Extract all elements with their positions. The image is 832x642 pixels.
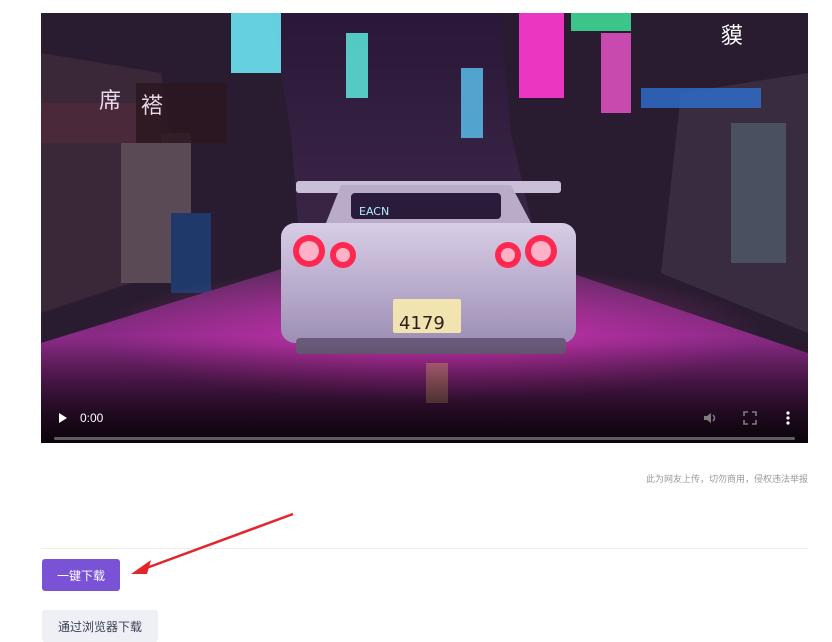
- video-frame: 褡 席 貘 EACN 4179: [41, 13, 808, 443]
- video-progress-bar[interactable]: [54, 437, 795, 440]
- more-options-icon[interactable]: [779, 409, 797, 427]
- volume-icon[interactable]: [701, 409, 719, 427]
- shop-sign-text: 席: [99, 89, 121, 114]
- copyright-disclaimer[interactable]: 此为网友上传，切勿商用，侵权违法举报: [646, 472, 808, 485]
- video-player[interactable]: 褡 席 貘 EACN 4179 0:00: [41, 13, 808, 443]
- windshield-text: EACN: [359, 205, 389, 218]
- shop-sign-text: 貘: [721, 24, 743, 49]
- red-arrow-annotation: [131, 512, 294, 574]
- one-click-download-button[interactable]: 一键下载: [42, 559, 120, 591]
- shop-sign-text: 褡: [141, 94, 163, 119]
- video-controls: 0:00: [41, 393, 808, 443]
- license-plate: 4179: [399, 313, 445, 334]
- fullscreen-icon[interactable]: [741, 409, 759, 427]
- play-icon[interactable]: [55, 410, 71, 426]
- browser-download-button[interactable]: 通过浏览器下载: [42, 610, 158, 642]
- video-time: 0:00: [80, 411, 104, 425]
